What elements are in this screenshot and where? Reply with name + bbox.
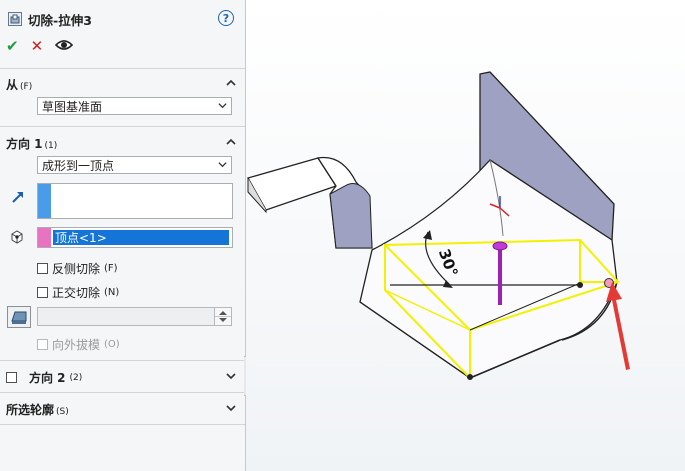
chevron-down-icon (218, 162, 227, 168)
from-section-title[interactable]: 从 (F) (6, 76, 32, 93)
checkmark-icon[interactable]: ✔ (6, 37, 19, 55)
action-bar: ✔ ✕ (6, 37, 74, 55)
direction-color-swatch (38, 184, 51, 218)
from-select[interactable]: 草图基准面 (37, 97, 232, 115)
draft-outward-checkbox[interactable]: 向外拔模 (O) (37, 336, 120, 353)
normal-cut-checkbox[interactable]: 正交切除 (N) (37, 284, 119, 301)
vertex-color-swatch (38, 228, 51, 247)
help-icon[interactable]: ? (218, 10, 234, 26)
vertex-icon (11, 230, 23, 244)
chevron-down-icon[interactable] (226, 403, 236, 413)
divider (0, 360, 245, 361)
vertex-list[interactable]: 顶点<1> (37, 227, 233, 248)
property-manager: 切除-拉伸3 ? ✔ ✕ 从 (F) 草图基准面 方向 1 (1) 成形到一顶点 顶… (0, 0, 246, 471)
chevron-down-icon (218, 103, 227, 109)
chevron-up-icon[interactable] (226, 78, 236, 88)
divider (0, 392, 245, 393)
vertex-list-item[interactable]: 顶点<1> (53, 230, 229, 245)
feature-header: 切除-拉伸3 (8, 8, 92, 30)
checkbox-box[interactable] (37, 287, 48, 298)
checkbox-box[interactable] (6, 372, 17, 383)
chevron-up-icon[interactable] (226, 137, 236, 147)
flip-side-checkbox[interactable]: 反侧切除 (F) (37, 260, 118, 277)
direction1-section-title[interactable]: 方向 1 (1) (6, 135, 57, 152)
end-condition-select[interactable]: 成形到一顶点 (37, 156, 232, 174)
graphics-area[interactable]: 30° (246, 0, 685, 471)
spinner-buttons[interactable] (214, 308, 231, 325)
divider (0, 424, 245, 425)
draft-icon[interactable] (7, 306, 31, 328)
selected-profiles-title[interactable]: 所选轮廓 (S) (6, 401, 69, 418)
draft-angle-input[interactable] (37, 307, 232, 326)
feature-title: 切除-拉伸3 (28, 12, 92, 28)
sheet-metal-model: 30° (247, 71, 630, 381)
chevron-down-icon[interactable] (226, 371, 236, 381)
direction2-checkbox[interactable]: 方向 2 (2) (6, 369, 82, 386)
close-icon[interactable]: ✕ (31, 37, 44, 55)
eye-icon[interactable] (55, 37, 74, 55)
direction-list[interactable] (37, 183, 233, 219)
checkbox-box[interactable] (37, 339, 48, 350)
checkbox-box[interactable] (37, 263, 48, 274)
direction-arrow-icon (12, 192, 23, 203)
cut-extrude-icon (8, 12, 22, 26)
divider (0, 126, 245, 127)
divider (0, 68, 245, 69)
